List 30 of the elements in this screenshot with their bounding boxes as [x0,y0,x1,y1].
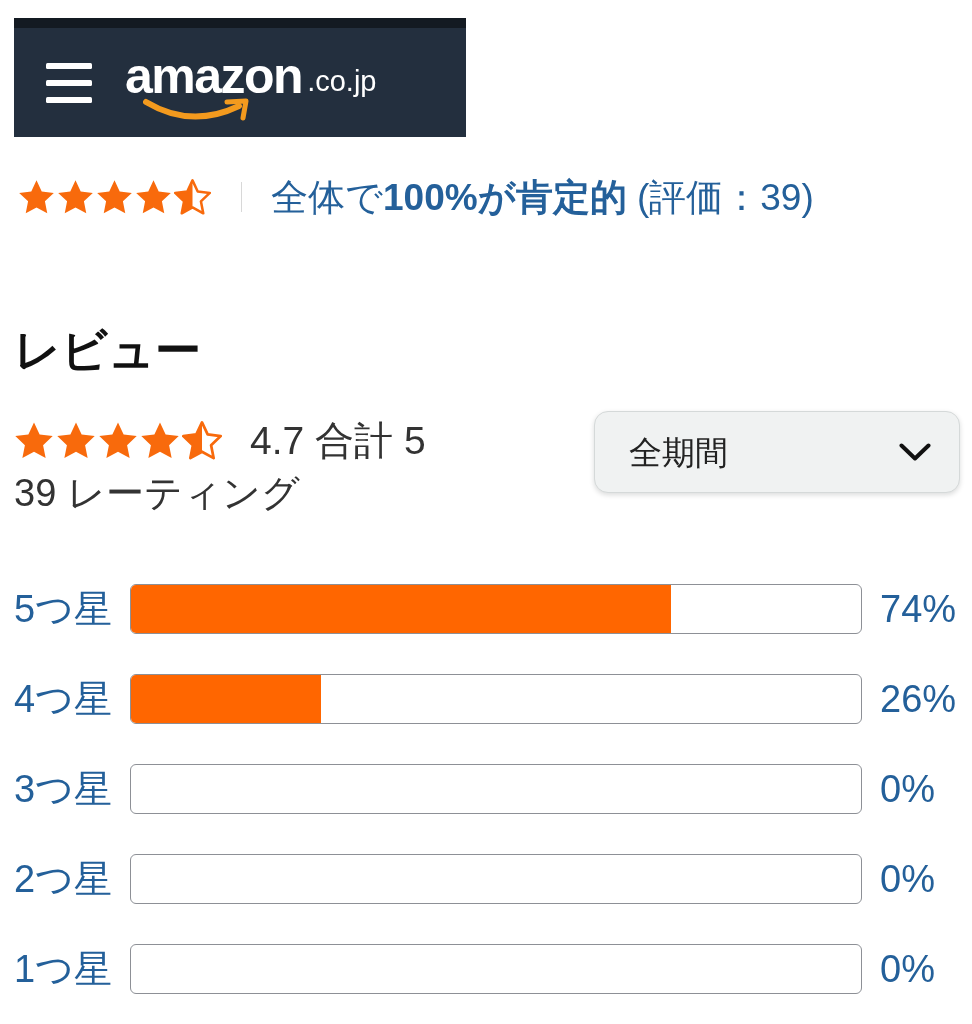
logo-domain: .co.jp [307,66,377,96]
star-icon [140,421,180,460]
star-icon [57,179,94,215]
star-icon [96,179,133,215]
star-icon [14,421,54,460]
star-icon [98,421,138,460]
star-level-link[interactable]: 3つ星 [14,770,130,808]
smile-arrow-icon [143,96,251,123]
star-level-link[interactable]: 2つ星 [14,860,130,898]
star-level-link[interactable]: 5つ星 [14,590,130,628]
percent-link[interactable]: 0% [880,860,935,898]
percent-link[interactable]: 0% [880,770,935,808]
star-icon [56,421,96,460]
logo-wordmark[interactable]: amazon [125,50,303,101]
menu-icon[interactable] [46,62,92,103]
half-star-icon [174,179,211,215]
percent-link[interactable]: 0% [880,950,935,988]
percent-link[interactable]: 26% [880,680,957,718]
rating-count: 39 レーティング [14,474,301,512]
percent-link[interactable]: 74% [880,590,957,628]
star-level-link[interactable]: 1つ星 [14,950,130,988]
period-dropdown[interactable]: 全期間 [594,411,960,493]
rating-summary-link[interactable]: 全体で100%が肯定的 (評価：39) [271,178,814,216]
star-icon [18,179,55,215]
section-heading: レビュー [14,327,202,373]
half-star-icon [182,421,222,460]
chevron-down-icon [899,443,931,461]
average-rating: 4.7 合計 5 [250,421,426,460]
star-level-link[interactable]: 4つ星 [14,680,130,718]
star-icon [135,179,172,215]
